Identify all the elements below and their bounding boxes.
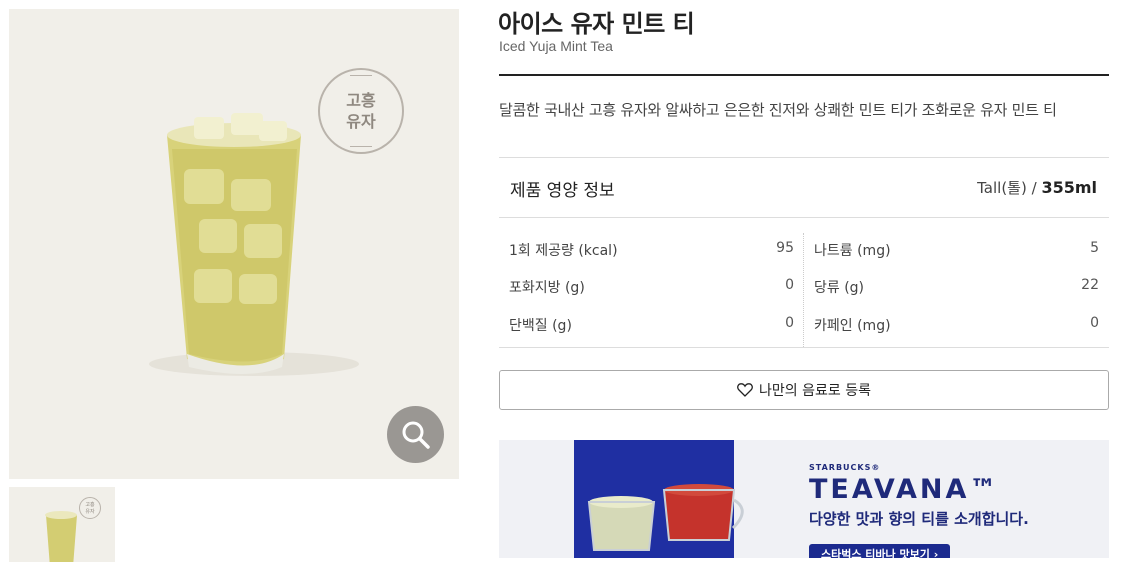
tea-cups-illustration — [587, 484, 744, 551]
nutrition-row: 단백질 (g) 0 — [509, 315, 794, 335]
thumbnail-image[interactable]: 고흥 유자 — [9, 487, 115, 562]
banner-copy: 다양한 맛과 향의 티를 소개합니다. — [809, 510, 1029, 528]
product-image: 고흥 유자 — [9, 9, 459, 479]
zoom-button[interactable] — [387, 406, 444, 463]
thumbnail-glass-illustration — [45, 511, 77, 562]
serving-size: Tall(톨) / 355ml — [977, 177, 1097, 198]
favorite-label: 나만의 음료로 등록 — [759, 383, 871, 399]
divider — [499, 157, 1109, 158]
nutrition-title: 제품 영양 정보 — [510, 181, 615, 201]
nutrition-value: 5 — [1090, 240, 1099, 256]
add-to-favorites-button[interactable]: 나만의 음료로 등록 — [499, 370, 1109, 410]
product-description: 달콤한 국내산 고흥 유자와 알싸하고 은은한 진저와 상쾌한 민트 티가 조화… — [499, 101, 1057, 119]
divider — [499, 347, 1109, 348]
badge-line-2: 유자 — [346, 112, 376, 131]
nutrition-label: 카페인 (mg) — [814, 318, 891, 334]
nutrition-label: 단백질 (g) — [509, 318, 572, 334]
nutrition-value: 22 — [1081, 277, 1099, 293]
title-divider — [499, 74, 1109, 76]
banner-sub: STARBUCKS® — [809, 463, 881, 472]
nutrition-row: 포화지방 (g) 0 — [509, 277, 794, 297]
size-value: 355ml — [1041, 178, 1097, 197]
product-subtitle: Iced Yuja Mint Tea — [499, 38, 613, 54]
nutrition-label: 포화지방 (g) — [509, 280, 585, 296]
nutrition-value: 0 — [1090, 315, 1099, 331]
heart-icon — [737, 383, 753, 397]
nutrition-label: 1회 제공량 (kcal) — [509, 243, 618, 259]
product-title: 아이스 유자 민트 티 — [498, 10, 695, 38]
divider — [499, 217, 1109, 218]
magnifier-icon — [402, 421, 430, 449]
nutrition-row: 카페인 (mg) 0 — [814, 315, 1099, 335]
nutrition-label: 당류 (g) — [814, 280, 865, 296]
nutrition-row: 당류 (g) 22 — [814, 277, 1099, 297]
badge-line-1: 고흥 — [346, 91, 376, 110]
teavana-banner[interactable]: STARBUCKS® TEAVANA™ 다양한 맛과 향의 티를 소개합니다. … — [499, 440, 1109, 558]
nutrition-row: 나트륨 (mg) 5 — [814, 240, 1099, 260]
thumbnail-badge: 고흥 유자 — [79, 497, 101, 519]
size-label: Tall(톨) / — [977, 179, 1037, 197]
column-divider — [803, 233, 804, 347]
banner-cta-button[interactable]: 스타벅스 티바나 맛보기 › — [809, 544, 951, 558]
banner-brand: TEAVANA™ — [809, 474, 1000, 505]
nutrition-value: 95 — [776, 240, 794, 256]
nutrition-value: 0 — [785, 277, 794, 293]
nutrition-label: 나트륨 (mg) — [814, 243, 891, 259]
nutrition-row: 1회 제공량 (kcal) 95 — [509, 240, 794, 260]
origin-badge: 고흥 유자 — [318, 68, 404, 154]
nutrition-value: 0 — [785, 315, 794, 331]
iced-tea-glass-illustration — [149, 113, 359, 376]
